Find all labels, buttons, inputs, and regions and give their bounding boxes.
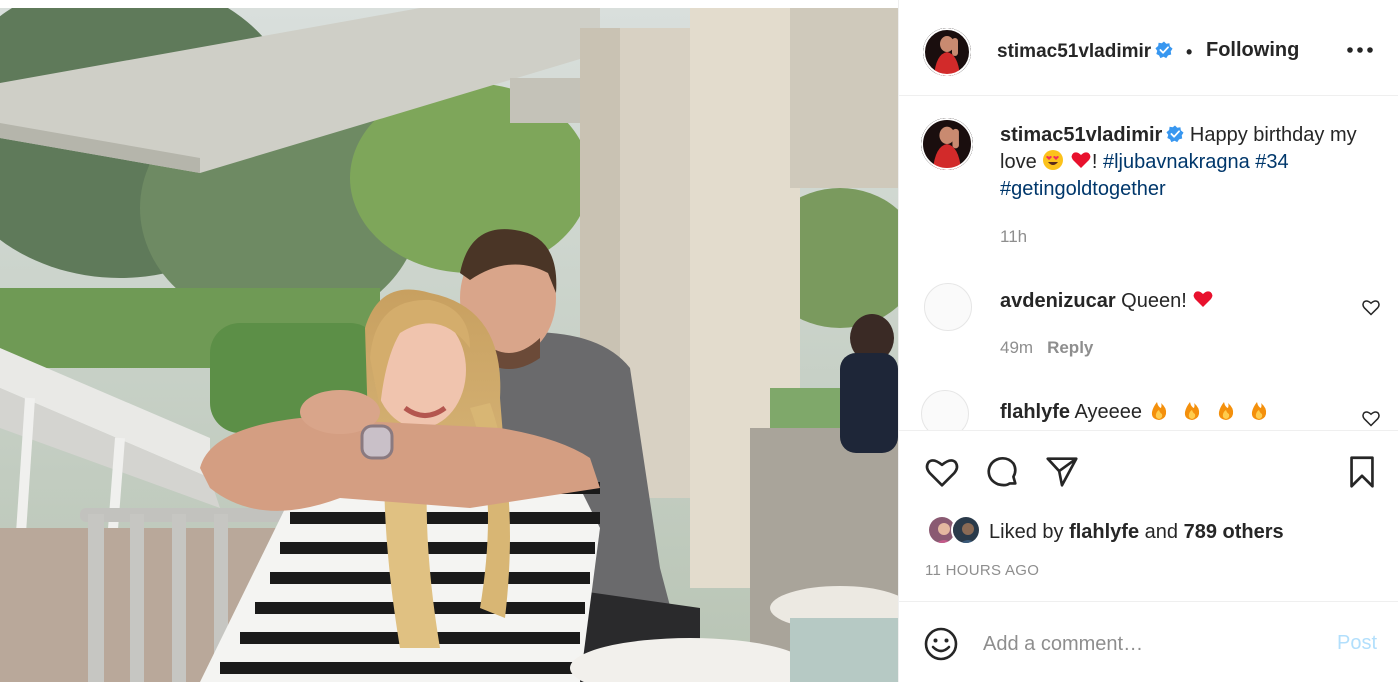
liker-avatar[interactable] <box>951 515 981 545</box>
hashtag-ljubavnakragna[interactable]: #ljubavnakragna <box>1103 151 1250 173</box>
comment-meta: 49m Reply <box>1000 338 1093 358</box>
comment-username[interactable]: flahlyfe <box>1000 401 1070 423</box>
following-button[interactable]: Following <box>1206 39 1299 62</box>
author-username[interactable]: stimac51vladimir <box>997 41 1173 63</box>
reply-button[interactable]: Reply <box>1047 338 1093 357</box>
paper-plane-icon[interactable] <box>1043 453 1081 491</box>
more-options-icon[interactable] <box>1345 38 1375 62</box>
post-header: stimac51vladimir • Following <box>899 8 1398 96</box>
bookmark-icon[interactable] <box>1343 453 1381 491</box>
emoji-picker-icon[interactable] <box>923 626 959 662</box>
comment-username[interactable]: avdenizucar <box>1000 290 1116 312</box>
fire-emoji-icon <box>1151 402 1166 420</box>
like-comment-heart-icon[interactable] <box>1361 297 1381 317</box>
comment-text: Queen! <box>1121 290 1187 312</box>
likes-count[interactable]: 789 others <box>1184 521 1284 543</box>
comment-item: avdenizucar Queen! <box>1000 288 1214 313</box>
post-actions: Liked by flahlyfe and 789 others 11 HOUR… <box>899 430 1398 600</box>
caption-avatar[interactable] <box>921 118 973 170</box>
couple-photo-illustration <box>0 8 898 682</box>
add-comment-bar: Post <box>899 601 1398 682</box>
hashtag-getingoldtogether[interactable]: #getingoldtogether <box>1000 178 1166 200</box>
hashtag-34[interactable]: #34 <box>1255 151 1288 173</box>
post-caption: stimac51vladimir Happy birthday my love … <box>1000 122 1370 203</box>
author-avatar[interactable] <box>923 28 971 76</box>
comment-text: Ayeeee <box>1074 401 1142 423</box>
post-timestamp[interactable]: 11 HOURS AGO <box>925 562 1039 579</box>
fire-emojis <box>1148 401 1271 423</box>
red-heart-emoji-icon <box>1193 291 1213 307</box>
separator-dot: • <box>1186 42 1193 62</box>
heart-eyes-emoji-icon <box>1043 150 1064 170</box>
fire-emoji-icon <box>1218 402 1233 420</box>
verified-badge-icon <box>1155 41 1173 59</box>
comment-item: flahlyfe Ayeeee <box>1000 399 1270 424</box>
caption-username[interactable]: stimac51vladimir <box>1000 124 1162 146</box>
comment-icon[interactable] <box>983 453 1021 491</box>
post-sidebar: stimac51vladimir • Following stimac51vla… <box>898 0 1398 682</box>
comment-input[interactable] <box>983 630 1313 658</box>
comment-time[interactable]: 49m <box>1000 338 1033 357</box>
caption-time[interactable]: 11h <box>1000 227 1027 247</box>
verified-badge-icon <box>1166 125 1184 143</box>
likes-summary: Liked by flahlyfe and 789 others <box>989 521 1284 544</box>
fire-emoji-icon <box>1184 402 1200 420</box>
commenter-avatar[interactable] <box>921 390 969 430</box>
post-photo[interactable] <box>0 8 898 682</box>
liker-username[interactable]: flahlyfe <box>1069 521 1139 543</box>
heart-icon[interactable] <box>923 453 961 491</box>
likes-prefix: Liked by <box>989 521 1064 543</box>
commenter-avatar[interactable] <box>924 283 972 331</box>
fire-emoji-icon <box>1252 402 1267 420</box>
post-button[interactable]: Post <box>1337 632 1377 655</box>
likes-and: and <box>1144 521 1179 543</box>
comments-list[interactable]: stimac51vladimir Happy birthday my love … <box>899 97 1398 430</box>
red-heart-emoji-icon <box>1071 152 1091 168</box>
liker-avatar-image <box>953 517 979 543</box>
like-comment-heart-icon[interactable] <box>1361 408 1381 428</box>
caption-exclaim: ! <box>1091 151 1098 173</box>
